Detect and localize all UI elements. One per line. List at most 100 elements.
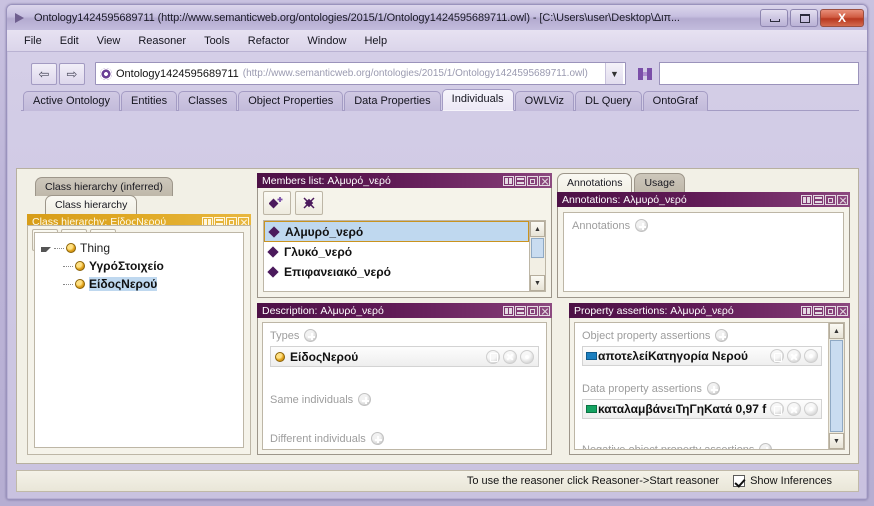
tab-data-properties[interactable]: Data Properties [344, 91, 441, 111]
tab-object-properties[interactable]: Object Properties [238, 91, 344, 111]
class-icon [275, 351, 285, 362]
edit-assertion-icon[interactable] [770, 349, 784, 363]
class-hierarchy-tree[interactable]: Thing ΥγρόΣτοιχείο ΕίδοςΝερού [34, 232, 244, 448]
tab-classes[interactable]: Classes [178, 91, 238, 111]
scroll-up-button[interactable]: ▲ [829, 323, 844, 339]
stack-view-icon[interactable] [515, 305, 526, 316]
edit-type-icon[interactable] [486, 349, 500, 364]
split-view-icon[interactable] [503, 305, 514, 316]
scrollbar-thumb[interactable] [830, 340, 843, 432]
maximize-panel-icon[interactable] [527, 305, 538, 316]
members-list[interactable]: Αλμυρό_νερό Γλυκό_νερό Επιφανειακό_νερό [263, 220, 530, 292]
forward-button[interactable]: ⇨ [59, 62, 85, 85]
stack-view-icon[interactable] [515, 175, 526, 186]
description-panel: Description: Αλμυρό_νερό Types ΕίδοςΝερο… [257, 303, 552, 455]
delete-assertion-icon[interactable] [787, 402, 801, 416]
tab-owlviz[interactable]: OWLViz [514, 91, 574, 111]
maximize-panel-icon[interactable] [527, 175, 538, 186]
add-negative-object-property-assertion-button[interactable] [759, 443, 773, 449]
add-type-button[interactable] [304, 329, 318, 342]
menu-reasoner[interactable]: Reasoner [129, 33, 195, 49]
split-view-icon[interactable] [801, 305, 812, 316]
delete-type-icon[interactable] [503, 349, 517, 364]
delete-assertion-icon[interactable] [787, 349, 801, 363]
tree-node-eidosnerou[interactable]: ΕίδοςΝερού [39, 275, 239, 293]
close-panel-icon[interactable] [539, 305, 550, 316]
add-annotation-button[interactable] [635, 219, 649, 232]
maximize-panel-icon[interactable] [825, 305, 836, 316]
split-view-icon[interactable] [503, 175, 514, 186]
tree-node-thing[interactable]: Thing [39, 239, 239, 257]
data-property-icon [586, 405, 597, 413]
property-assertions-header-buttons [801, 305, 848, 316]
menu-refactor[interactable]: Refactor [239, 33, 299, 49]
members-header-buttons [503, 175, 550, 186]
scroll-down-button[interactable]: ▼ [530, 275, 545, 291]
maximize-panel-icon[interactable] [825, 194, 836, 205]
tree-node-label: ΥγρόΣτοιχείο [89, 259, 164, 273]
property-assertions-scrollbar[interactable]: ▲ ▼ [828, 323, 844, 449]
tab-ontograf[interactable]: OntoGraf [642, 91, 708, 111]
back-button[interactable]: ⇦ [31, 62, 57, 85]
close-panel-icon[interactable] [837, 305, 848, 316]
add-data-property-assertion-button[interactable] [706, 382, 720, 395]
members-list-scroll-area: Αλμυρό_νερό Γλυκό_νερό Επιφανειακό_νερό [263, 220, 546, 292]
tree-node-label: Thing [80, 241, 111, 255]
list-item[interactable]: Γλυκό_νερό [264, 242, 529, 262]
tab-class-hierarchy-inferred[interactable]: Class hierarchy (inferred) [35, 177, 173, 196]
search-input[interactable] [659, 62, 859, 85]
add-individual-button[interactable] [263, 191, 291, 215]
ontology-selector[interactable]: Ontology1424595689711 (http://www.semant… [95, 62, 626, 85]
tab-entities[interactable]: Entities [121, 91, 178, 111]
edit-assertion-icon[interactable] [770, 402, 784, 416]
menu-window[interactable]: Window [298, 33, 355, 49]
menu-help[interactable]: Help [355, 33, 396, 49]
scrollbar-thumb[interactable] [531, 238, 544, 258]
delete-individual-button[interactable] [295, 191, 323, 215]
tab-dl-query[interactable]: DL Query [574, 91, 642, 111]
menu-edit[interactable]: Edit [51, 33, 88, 49]
list-item[interactable]: Επιφανειακό_νερό [264, 262, 529, 282]
scroll-down-button[interactable]: ▼ [829, 433, 844, 449]
expand-triangle-icon[interactable] [41, 246, 51, 252]
annotations-body: Annotations [557, 207, 850, 298]
scroll-up-button[interactable]: ▲ [530, 221, 545, 237]
split-view-icon[interactable] [801, 194, 812, 205]
menu-tools[interactable]: Tools [195, 33, 239, 49]
types-section: Types [270, 329, 539, 342]
object-property-assertion-row[interactable]: αποτελείΚατηγορία Νερού [582, 346, 822, 366]
assertion-options-icon[interactable] [804, 349, 818, 363]
minimize-button[interactable] [760, 8, 788, 27]
checkbox-icon[interactable] [733, 475, 746, 487]
tab-annotations[interactable]: Annotations [557, 173, 633, 192]
show-inferences-checkbox[interactable]: Show Inferences [733, 475, 832, 487]
maximize-button[interactable] [790, 8, 818, 27]
tab-usage[interactable]: Usage [634, 173, 685, 192]
tab-individuals[interactable]: Individuals [441, 89, 514, 111]
assertion-options-icon[interactable] [804, 402, 818, 416]
tree-connector [54, 247, 64, 249]
chevron-down-icon[interactable]: ▼ [605, 63, 623, 84]
add-object-property-assertion-button[interactable] [715, 329, 729, 342]
add-same-individual-button[interactable] [358, 393, 372, 406]
show-inferences-label: Show Inferences [750, 475, 832, 487]
description-header: Description: Αλμυρό_νερό [257, 303, 552, 318]
members-vertical-scrollbar[interactable]: ▲ ▼ [530, 220, 546, 292]
close-button[interactable]: X [820, 8, 864, 27]
binoculars-icon[interactable] [634, 63, 656, 85]
type-row[interactable]: ΕίδοςΝερού [270, 346, 539, 367]
tree-node-ygrostoixeio[interactable]: ΥγρόΣτοιχείο [39, 257, 239, 275]
stack-view-icon[interactable] [813, 194, 824, 205]
tab-class-hierarchy[interactable]: Class hierarchy [45, 195, 138, 214]
close-panel-icon[interactable] [837, 194, 848, 205]
add-different-individual-button[interactable] [370, 432, 384, 445]
scrollbar-track[interactable] [530, 259, 545, 275]
type-options-icon[interactable] [520, 349, 534, 364]
stack-view-icon[interactable] [813, 305, 824, 316]
menu-file[interactable]: File [15, 33, 51, 49]
list-item[interactable]: Αλμυρό_νερό [264, 221, 529, 242]
data-property-assertion-row[interactable]: καταλαμβάνειΤηΓηΚατά 0,97 f [582, 399, 822, 419]
tab-active-ontology[interactable]: Active Ontology [23, 91, 121, 111]
close-panel-icon[interactable] [539, 175, 550, 186]
menu-view[interactable]: View [88, 33, 130, 49]
